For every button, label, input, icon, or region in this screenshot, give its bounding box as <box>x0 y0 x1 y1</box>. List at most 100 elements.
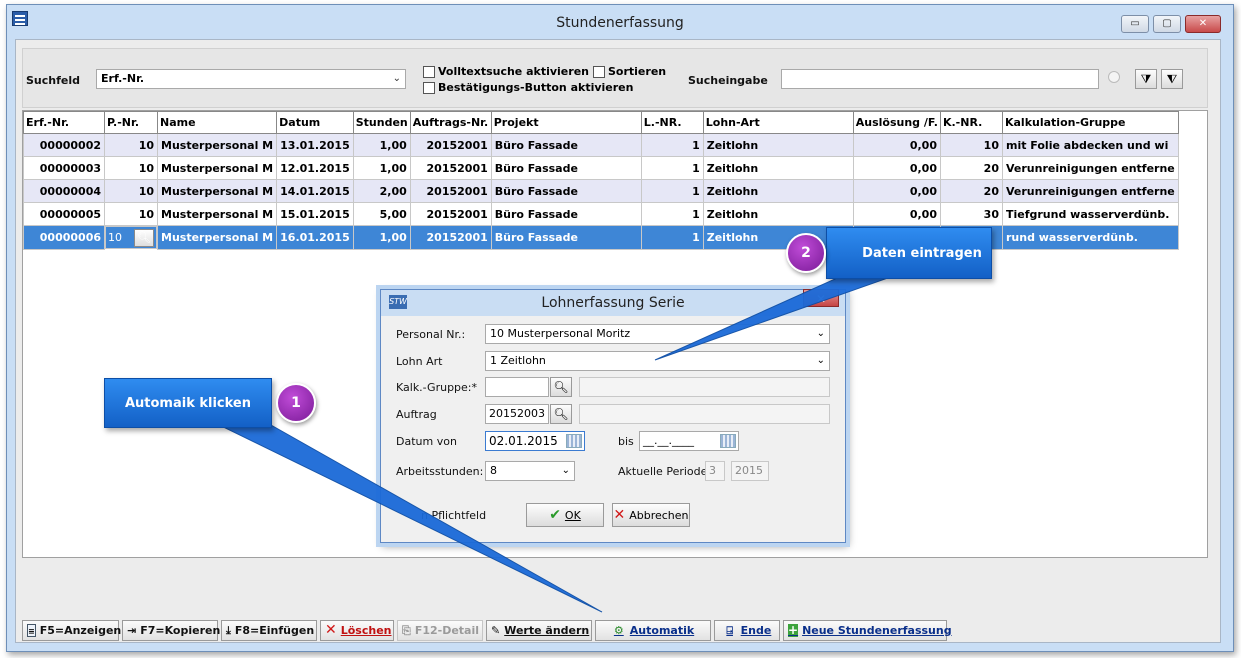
table-cell[interactable]: Tiefgrund wasserverdünb. <box>1001 202 1179 226</box>
table-cell[interactable]: Musterpersonal M <box>156 156 278 180</box>
table-cell[interactable]: 20152001 <box>409 225 492 250</box>
table-cell[interactable]: 10 <box>104 156 158 180</box>
bestaetigung-checkbox[interactable]: Bestätigungs-Button aktivieren <box>423 81 633 94</box>
column-header[interactable]: L.-NR. <box>640 111 704 134</box>
table-row[interactable]: 00000003 10 Musterpersonal M 12.01.2015 1,00… <box>23 156 1179 180</box>
neue-stundenerfassung-button[interactable]: + Neue Stundenerfassung <box>783 620 952 641</box>
table-cell[interactable]: 0,00 <box>852 133 941 157</box>
table-cell[interactable]: 1,00 <box>352 225 411 250</box>
table-cell[interactable]: 0,00 <box>852 156 941 180</box>
table-cell[interactable]: 1 <box>640 202 704 226</box>
filter-icon[interactable]: ⧩ <box>1135 69 1157 89</box>
table-cell[interactable]: 20152001 <box>409 179 492 203</box>
table-cell[interactable]: 00000005 <box>23 202 105 226</box>
table-cell[interactable]: 10 <box>104 179 158 203</box>
table-cell[interactable]: 20152001 <box>409 156 492 180</box>
table-cell[interactable]: 0,00 <box>852 202 941 226</box>
minimize-button[interactable]: ▭ <box>1121 15 1149 33</box>
search-input[interactable] <box>781 69 1099 89</box>
table-row[interactable]: 00000004 10 Musterpersonal M 14.01.2015 2,00… <box>23 179 1179 203</box>
datum-von-input[interactable]: 02.01.2015 <box>485 431 585 451</box>
table-cell[interactable]: Zeitlohn <box>702 202 854 226</box>
anzeigen-button[interactable]: ≡ F5=Anzeigen <box>22 620 121 641</box>
table-cell[interactable]: 12.01.2015 <box>276 156 354 180</box>
table-cell[interactable]: Zeitlohn <box>702 133 854 157</box>
ende-button[interactable]: ⍈ Ende <box>714 620 780 641</box>
column-header[interactable]: Auftrags-Nr. <box>409 111 492 134</box>
werte-aendern-button[interactable]: ✎ Werte ändern <box>486 620 592 641</box>
table-cell[interactable]: Musterpersonal M <box>156 225 278 250</box>
table-cell[interactable]: 00000002 <box>23 133 105 157</box>
table-cell[interactable]: 1,00 <box>352 156 411 180</box>
calendar-icon[interactable] <box>566 434 582 448</box>
table-cell[interactable]: Musterpersonal M <box>156 179 278 203</box>
table-cell[interactable]: Büro Fassade <box>490 202 642 226</box>
ok-button[interactable]: ✔ OK <box>526 503 604 527</box>
maximize-button[interactable]: ▢ <box>1153 15 1181 33</box>
table-cell[interactable]: Zeitlohn <box>702 179 854 203</box>
table-cell[interactable]: 00000004 <box>23 179 105 203</box>
dialog-title-bar[interactable]: STW Lohnerfassung Serie ✕ <box>381 289 845 316</box>
datum-bis-input[interactable]: __.__.____ <box>639 431 739 451</box>
table-cell[interactable]: Musterpersonal M <box>156 133 278 157</box>
suchfeld-select[interactable]: Erf.-Nr. ⌄ <box>96 69 406 89</box>
dialog-close-button[interactable]: ✕ <box>803 289 839 307</box>
table-cell[interactable]: 00000006 <box>23 225 105 250</box>
kopieren-button[interactable]: ⇥ F7=Kopieren <box>122 620 220 641</box>
checkbox-box[interactable] <box>423 81 435 94</box>
table-cell[interactable]: 2,00 <box>352 179 411 203</box>
abbrechen-button[interactable]: ✕ Abbrechen <box>612 503 690 527</box>
table-cell[interactable]: rund wasserverdünb. <box>1001 225 1179 250</box>
table-cell[interactable]: 1 <box>640 225 704 250</box>
table-cell[interactable]: Büro Fassade <box>490 179 642 203</box>
column-header[interactable]: K.-NR. <box>939 111 1003 134</box>
table-cell[interactable]: Zeitlohn <box>702 156 854 180</box>
personal-select[interactable]: 10 Musterpersonal Moritz ⌄ <box>485 324 830 344</box>
table-cell[interactable]: 0,00 <box>852 179 941 203</box>
auftrag-input[interactable]: 20152003 <box>485 404 549 424</box>
table-cell[interactable]: Büro Fassade <box>490 225 642 250</box>
personal-nr-edit-value[interactable]: 10 <box>108 231 132 244</box>
arbeitsstunden-select[interactable]: 8 ⌄ <box>485 461 575 481</box>
search-icon[interactable]: 🔍︎ <box>550 377 572 397</box>
table-cell[interactable]: 1 <box>640 156 704 180</box>
table-cell[interactable]: Musterpersonal M <box>156 202 278 226</box>
table-cell[interactable]: 1,00 <box>352 133 411 157</box>
automatik-button[interactable]: ⚙ Automatik <box>595 620 711 641</box>
filter-clear-icon[interactable]: ⧨ <box>1161 69 1183 89</box>
title-bar[interactable]: Stundenerfassung ▭ ▢ ✕ <box>7 5 1233 39</box>
calendar-icon[interactable] <box>720 434 736 448</box>
column-header[interactable]: Lohn-Art <box>702 111 854 134</box>
table-cell[interactable]: 15.01.2015 <box>276 202 354 226</box>
table-cell[interactable]: 5,00 <box>352 202 411 226</box>
lohnart-select[interactable]: 1 Zeitlohn ⌄ <box>485 351 830 371</box>
column-header[interactable]: Projekt <box>490 111 642 134</box>
table-cell[interactable]: 10 <box>939 133 1003 157</box>
table-row[interactable]: 00000005 10 Musterpersonal M 15.01.2015 5,00… <box>23 202 1179 226</box>
table-cell[interactable]: 10 🔍︎ <box>105 226 157 249</box>
table-cell[interactable]: 30 <box>939 202 1003 226</box>
table-row[interactable]: 00000002 10 Musterpersonal M 13.01.2015 1,00… <box>23 133 1179 157</box>
table-cell[interactable]: 10 <box>104 133 158 157</box>
table-cell[interactable]: 14.01.2015 <box>276 179 354 203</box>
kalk-gruppe-input[interactable] <box>485 377 549 397</box>
table-cell[interactable]: 1 <box>640 133 704 157</box>
column-header[interactable]: Datum <box>276 111 354 134</box>
close-button[interactable]: ✕ <box>1185 15 1221 33</box>
table-cell[interactable]: 10 <box>104 202 158 226</box>
column-header[interactable]: Erf.-Nr. <box>23 111 105 134</box>
column-header[interactable]: Name <box>156 111 278 134</box>
sortieren-checkbox[interactable]: Sortieren <box>593 65 666 78</box>
column-header[interactable]: P.-Nr. <box>104 111 158 134</box>
column-header[interactable]: Auslösung /F. <box>852 111 941 134</box>
column-header[interactable]: Kalkulation-Gruppe <box>1001 111 1179 134</box>
table-cell[interactable]: 20152001 <box>409 202 492 226</box>
search-icon[interactable]: 🔍︎ <box>134 228 154 247</box>
checkbox-box[interactable] <box>593 65 605 78</box>
table-cell[interactable]: Büro Fassade <box>490 133 642 157</box>
table-cell[interactable]: mit Folie abdecken und wi <box>1001 133 1179 157</box>
einfuegen-button[interactable]: ⤓ F8=Einfügen <box>221 620 317 641</box>
table-cell[interactable]: Verunreinigungen entferne <box>1001 179 1179 203</box>
table-cell[interactable]: 1 <box>640 179 704 203</box>
loeschen-button[interactable]: ✕ Löschen <box>320 620 394 641</box>
